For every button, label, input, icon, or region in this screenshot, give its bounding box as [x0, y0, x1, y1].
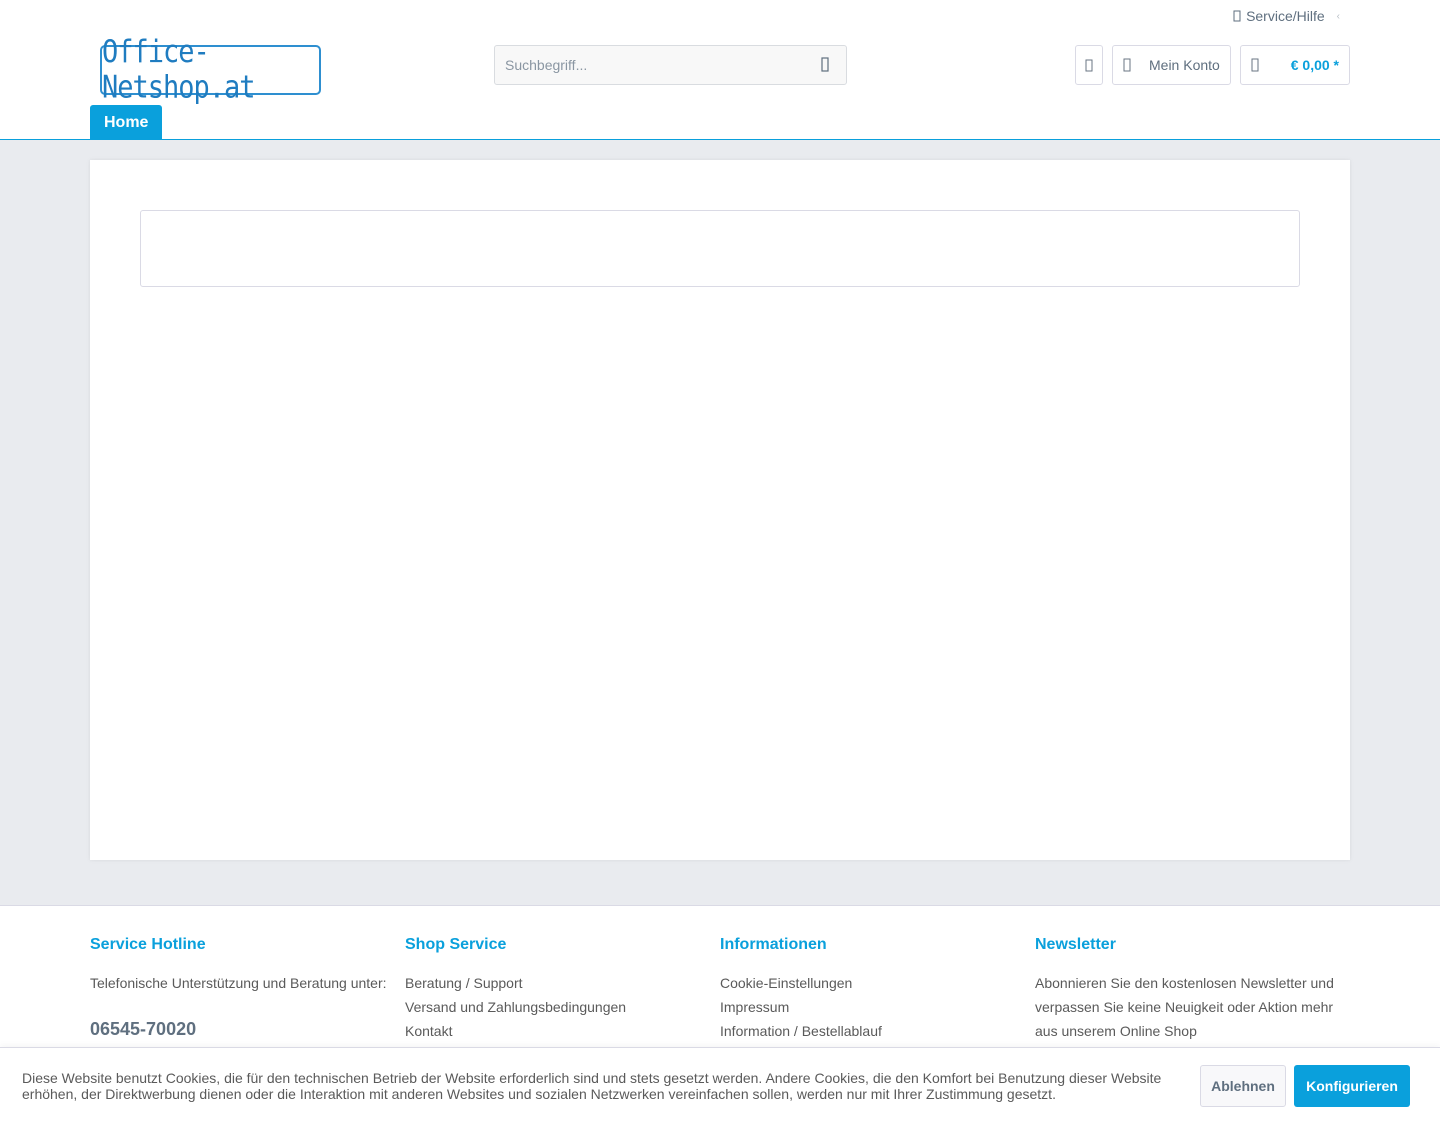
content-card: [90, 160, 1350, 860]
logo-text: Office-Netshop.at: [102, 34, 256, 106]
search-box: [494, 45, 847, 85]
service-help-label: Service/Hilfe: [1246, 8, 1325, 24]
footer-link-imprint[interactable]: Impressum: [720, 995, 1020, 1019]
footer-hotline-text: Telefonische Unterstützung und Beratung …: [90, 975, 387, 991]
footer-link-cookie-settings[interactable]: Cookie-Einstellungen: [720, 971, 1020, 995]
content-placeholder-box: [140, 210, 1300, 287]
footer-hotline-phone[interactable]: 06545-70020: [90, 1019, 390, 1040]
footer-column-informationen: Informationen Cookie-Einstellungen Impre…: [720, 936, 1020, 1043]
footer-column-hotline: Service Hotline Telefonische Unterstützu…: [90, 936, 390, 1040]
footer-column-newsletter: Newsletter Abonnieren Sie den kostenlose…: [1035, 936, 1335, 1043]
footer-hotline-title: Service Hotline: [90, 936, 206, 953]
question-icon: [1233, 10, 1242, 23]
chevron-down-icon: ‹: [1336, 10, 1340, 22]
main-navigation: Home: [0, 105, 1440, 140]
user-icon: [1123, 58, 1131, 72]
nav-item-home[interactable]: Home: [90, 105, 163, 140]
footer-link-support[interactable]: Beratung / Support: [405, 971, 705, 995]
footer-link-order-info[interactable]: Information / Bestellablauf: [720, 1019, 1020, 1043]
top-bar: Service/Hilfe ‹: [0, 0, 1440, 32]
wishlist-button[interactable]: [1075, 45, 1103, 85]
cookie-configure-button[interactable]: Konfigurieren: [1294, 1065, 1410, 1107]
cookie-decline-button[interactable]: Ablehnen: [1200, 1065, 1286, 1107]
footer-link-contact[interactable]: Kontakt: [405, 1019, 705, 1043]
search-input[interactable]: [495, 46, 846, 84]
search-icon[interactable]: [820, 56, 838, 76]
account-label: Mein Konto: [1149, 57, 1220, 73]
service-help-link[interactable]: Service/Hilfe ‹: [1233, 8, 1340, 24]
footer-column-shop-service: Shop Service Beratung / Support Versand …: [405, 936, 705, 1043]
footer-link-shipping[interactable]: Versand und Zahlungsbedingungen: [405, 995, 705, 1019]
account-button[interactable]: Mein Konto: [1112, 45, 1231, 85]
footer-shop-service-title: Shop Service: [405, 936, 507, 953]
heart-icon: [1085, 59, 1093, 72]
cookie-message: Diese Website benutzt Cookies, die für d…: [22, 1070, 1162, 1102]
cart-button[interactable]: € 0,00 *: [1240, 45, 1350, 85]
cookie-banner: Diese Website benutzt Cookies, die für d…: [0, 1047, 1440, 1123]
cart-total: € 0,00 *: [1290, 57, 1339, 73]
footer-newsletter-text: Abonnieren Sie den kostenlosen Newslette…: [1035, 975, 1334, 1039]
shop-logo[interactable]: Office-Netshop.at: [100, 34, 321, 106]
content-area: [0, 140, 1440, 906]
footer-newsletter-title: Newsletter: [1035, 936, 1116, 953]
cart-icon: [1251, 58, 1259, 72]
footer-info-title: Informationen: [720, 936, 827, 953]
